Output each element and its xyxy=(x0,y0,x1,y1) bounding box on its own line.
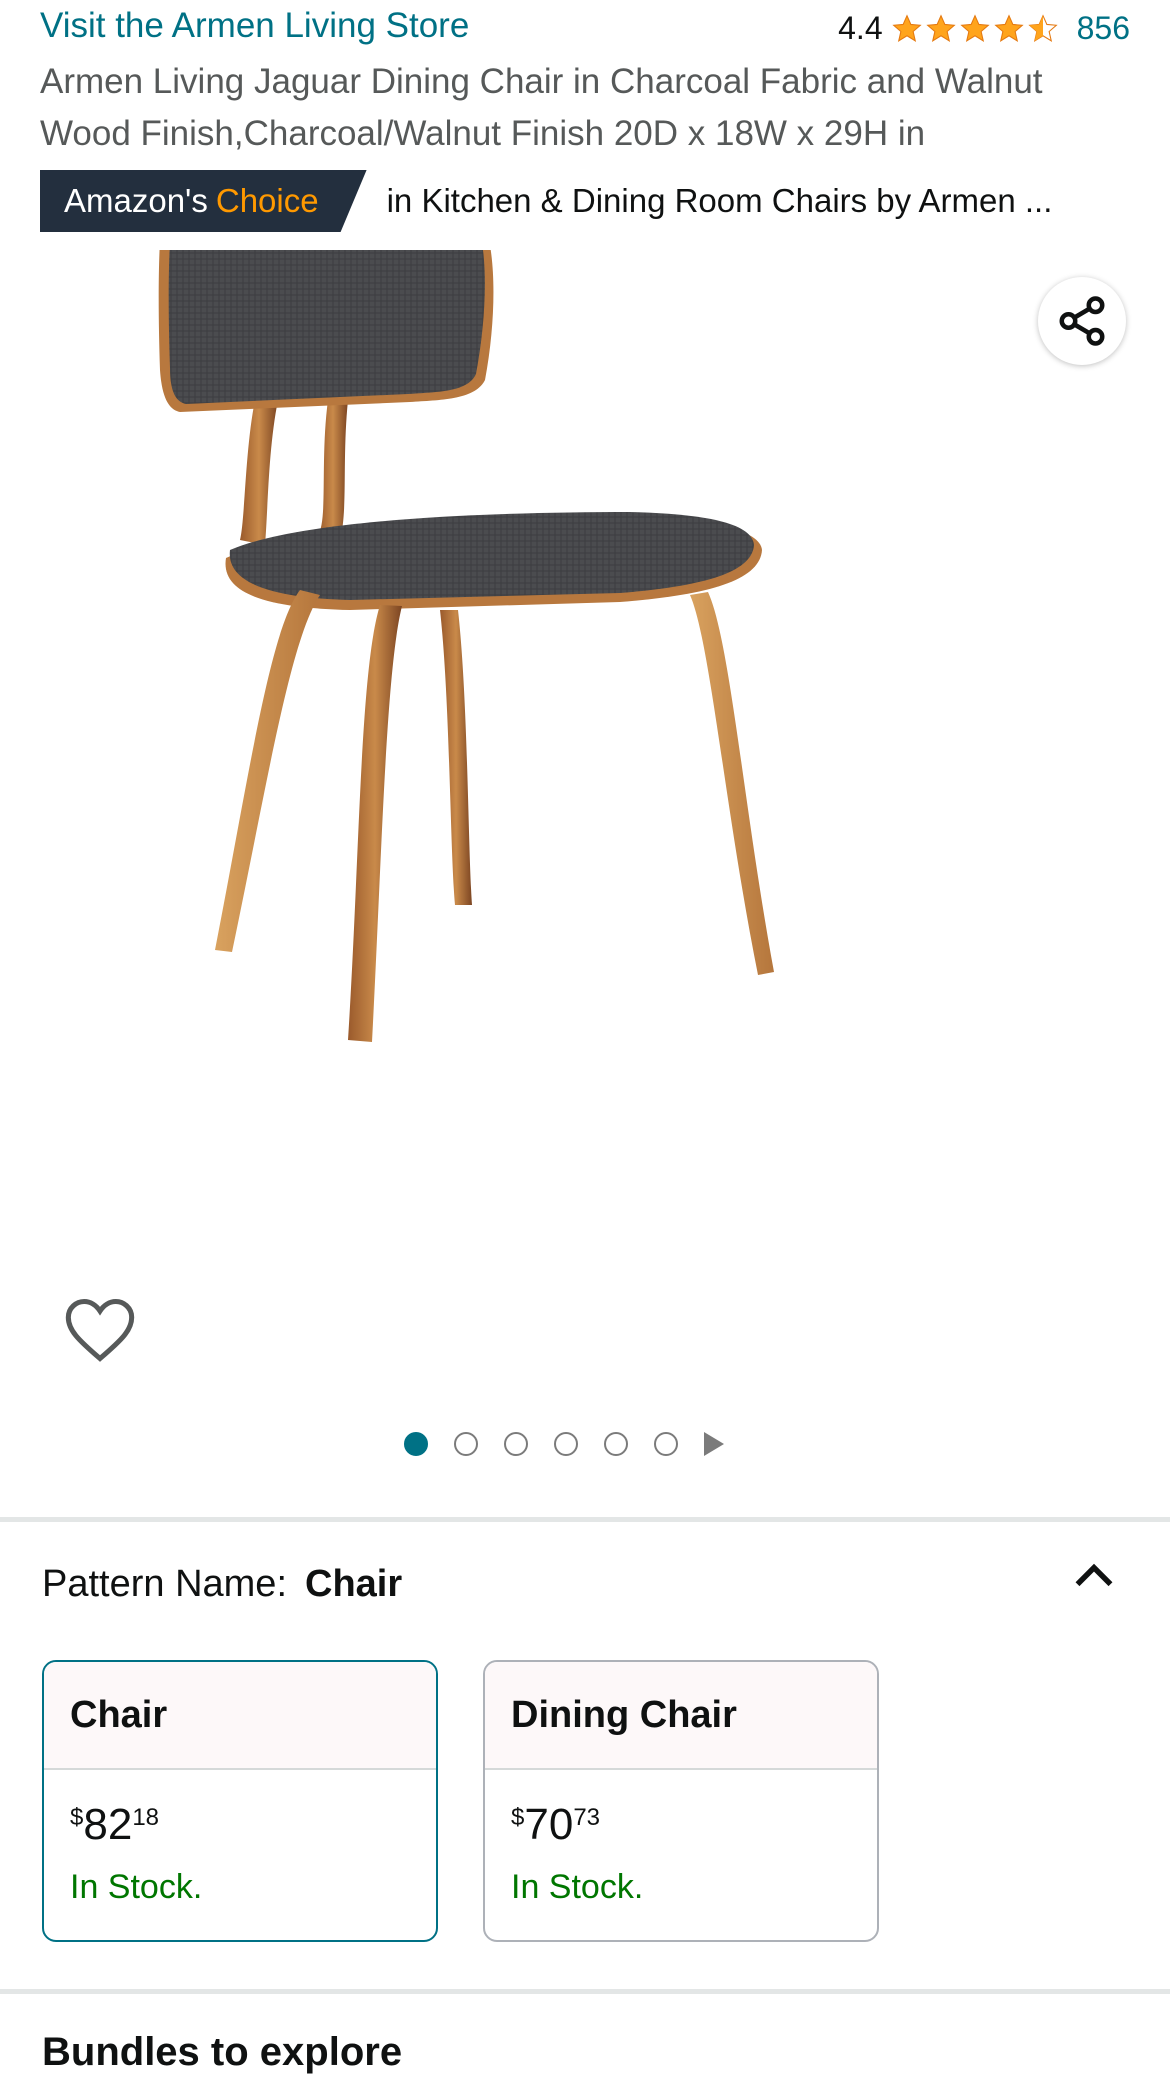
rating-value: 4.4 xyxy=(838,10,883,46)
star-half-icon xyxy=(1027,13,1058,42)
carousel-dot[interactable] xyxy=(654,1432,678,1456)
option-name: Dining Chair xyxy=(485,1662,877,1770)
share-button[interactable] xyxy=(1038,277,1126,365)
option-price: $ 70 73 xyxy=(511,1800,851,1850)
price-whole: 70 xyxy=(524,1800,574,1849)
review-count-link[interactable]: 856 xyxy=(1077,10,1130,47)
chevron-up-icon[interactable] xyxy=(1072,1560,1116,1590)
price-whole: 82 xyxy=(83,1800,133,1849)
option-card-chair[interactable]: Chair $ 82 18 In Stock. xyxy=(42,1660,438,1942)
share-icon xyxy=(1059,296,1105,346)
pattern-label: Pattern Name: xyxy=(42,1563,287,1605)
star-full-icon xyxy=(993,13,1024,42)
amazons-choice-row[interactable]: Amazon's Choice in Kitchen & Dining Room… xyxy=(40,170,1052,232)
price-symbol: $ xyxy=(511,1804,525,1831)
section-divider xyxy=(0,1517,1170,1522)
badge-prefix: Amazon's xyxy=(64,182,208,219)
rating-summary[interactable]: 4.4 856 xyxy=(838,10,1130,47)
option-card-dining-chair[interactable]: Dining Chair $ 70 73 In Stock. xyxy=(483,1660,879,1942)
product-image[interactable] xyxy=(150,250,990,1380)
chair-illustration xyxy=(158,250,774,1042)
bundles-heading: Bundles to explore xyxy=(42,2030,403,2074)
store-link[interactable]: Visit the Armen Living Store xyxy=(40,6,469,46)
option-name: Chair xyxy=(44,1662,436,1770)
amazons-choice-badge[interactable]: Amazon's Choice xyxy=(40,170,367,232)
carousel-next-icon[interactable] xyxy=(704,1432,724,1456)
image-carousel-dots[interactable] xyxy=(404,1432,724,1456)
carousel-dot[interactable] xyxy=(604,1432,628,1456)
carousel-dot[interactable] xyxy=(454,1432,478,1456)
wishlist-heart-icon[interactable] xyxy=(62,1295,138,1365)
star-full-icon xyxy=(959,13,990,42)
carousel-dot[interactable] xyxy=(504,1432,528,1456)
stock-status: In Stock. xyxy=(70,1868,203,1906)
badge-category: in Kitchen & Dining Room Chairs by Armen… xyxy=(386,182,1053,219)
option-price: $ 82 18 xyxy=(70,1800,410,1850)
badge-choice: Choice xyxy=(215,182,319,219)
star-full-icon xyxy=(891,13,922,42)
price-symbol: $ xyxy=(70,1804,84,1831)
star-full-icon xyxy=(925,13,956,42)
pattern-value: Chair xyxy=(305,1563,403,1605)
star-rating xyxy=(891,13,1059,45)
carousel-dot[interactable] xyxy=(404,1432,428,1456)
carousel-dot[interactable] xyxy=(554,1432,578,1456)
stock-status: In Stock. xyxy=(511,1868,644,1906)
pattern-name-row: Pattern Name: Chair xyxy=(42,1563,402,1606)
product-title: Armen Living Jaguar Dining Chair in Char… xyxy=(40,62,1043,153)
section-divider xyxy=(0,1989,1170,1994)
price-fraction: 18 xyxy=(132,1804,160,1831)
price-fraction: 73 xyxy=(573,1804,601,1831)
